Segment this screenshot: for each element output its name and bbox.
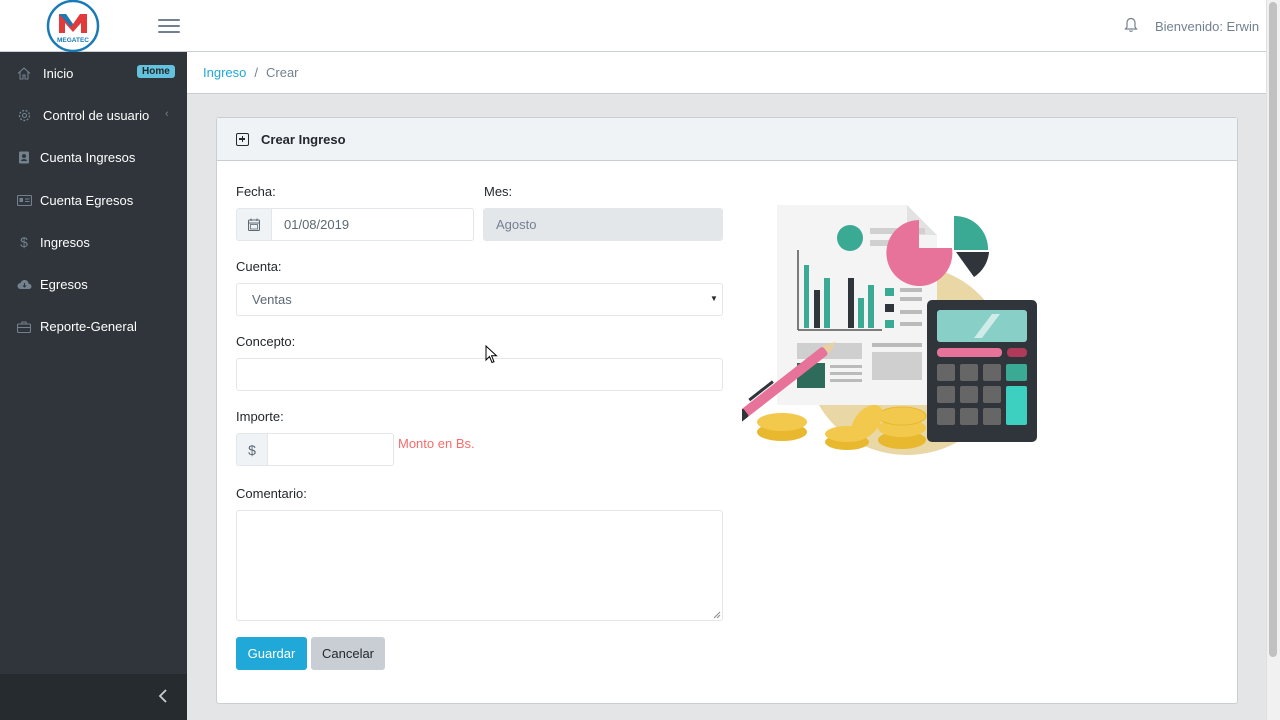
briefcase-icon	[16, 320, 32, 334]
scrollbar-thumb[interactable]	[1269, 2, 1277, 657]
cuenta-label: Cuenta:	[236, 259, 282, 274]
sidebar-item-label: Ingresos	[40, 234, 90, 250]
mouse-cursor-icon	[485, 345, 498, 364]
sidebar-item-label: Cuenta Ingresos	[40, 150, 136, 166]
sidebar-item-label: Control de usuario	[43, 107, 150, 123]
megatec-logo[interactable]: MEGATEC	[45, 0, 101, 53]
comentario-textarea[interactable]	[236, 510, 723, 621]
breadcrumb-current: Crear	[266, 65, 299, 80]
sidebar: Inicio Home Control de usuario ‹ Cuenta …	[0, 52, 187, 720]
breadcrumb-link-ingreso[interactable]: Ingreso	[203, 65, 246, 80]
cancel-button[interactable]: Cancelar	[311, 637, 385, 670]
accounting-illustration	[742, 205, 1037, 455]
sidebar-item-control-de-usuario[interactable]: Control de usuario ‹	[0, 94, 187, 136]
sidebar-item-label: Reporte-General	[40, 319, 137, 335]
sidebar-item-label: Egresos	[40, 277, 88, 293]
fecha-label: Fecha:	[236, 184, 276, 199]
mes-label: Mes:	[484, 184, 513, 199]
sidebar-item-label: Cuenta Egresos	[40, 192, 134, 208]
sidebar-minimizer[interactable]	[0, 674, 187, 720]
card-header: Crear Ingreso	[217, 118, 1237, 161]
logo-text: MEGATEC	[57, 37, 89, 44]
calendar-icon	[236, 208, 272, 241]
breadcrumb-separator: /	[254, 65, 258, 80]
sidebar-item-cuenta-egresos[interactable]: Cuenta Egresos	[0, 179, 187, 221]
card-title: Crear Ingreso	[261, 131, 346, 147]
concepto-label: Concepto:	[236, 334, 296, 349]
plus-square-icon	[236, 132, 249, 146]
importe-label: Importe:	[236, 409, 284, 424]
top-header: MEGATEC Bienvenido: Erwin	[0, 0, 1266, 53]
sidebar-toggle-button[interactable]	[158, 16, 180, 36]
mes-input: Agosto	[483, 208, 723, 241]
contact-book-icon	[16, 151, 32, 165]
importe-input[interactable]	[267, 433, 394, 466]
id-card-icon	[16, 193, 32, 207]
home-icon	[16, 66, 32, 80]
chevron-down-icon: ▼	[710, 294, 718, 303]
sidebar-item-reporte-general[interactable]: Reporte-General	[0, 306, 187, 348]
bell-icon[interactable]	[1124, 17, 1138, 33]
dollar-icon: $	[20, 234, 28, 251]
sidebar-item-inicio[interactable]: Inicio Home	[0, 52, 187, 94]
resize-handle-icon[interactable]	[713, 611, 721, 619]
fecha-input[interactable]: 01/08/2019	[271, 208, 474, 241]
concepto-input[interactable]	[236, 358, 723, 391]
comentario-label: Comentario:	[236, 486, 307, 501]
cuenta-selected-value: Ventas	[252, 292, 292, 307]
page-scrollbar[interactable]	[1266, 0, 1280, 720]
home-badge: Home	[137, 65, 175, 78]
importe-hint: Monto en Bs.	[398, 436, 475, 451]
chevron-left-icon: ‹	[165, 108, 169, 121]
sidebar-item-label: Inicio	[43, 65, 74, 81]
gear-icon	[16, 108, 32, 122]
welcome-user-text[interactable]: Bienvenido: Erwin	[1155, 19, 1259, 34]
sidebar-item-egresos[interactable]: Egresos	[0, 263, 187, 305]
sidebar-item-ingresos[interactable]: $ Ingresos	[0, 221, 187, 263]
save-button[interactable]: Guardar	[236, 637, 307, 670]
cuenta-select[interactable]: Ventas	[236, 283, 723, 316]
cloud-icon	[16, 278, 32, 292]
breadcrumb: Ingreso / Crear	[187, 52, 1266, 94]
chevron-left-icon[interactable]	[158, 688, 168, 704]
dollar-prefix: $	[236, 433, 268, 466]
sidebar-item-cuenta-ingresos[interactable]: Cuenta Ingresos	[0, 137, 187, 179]
